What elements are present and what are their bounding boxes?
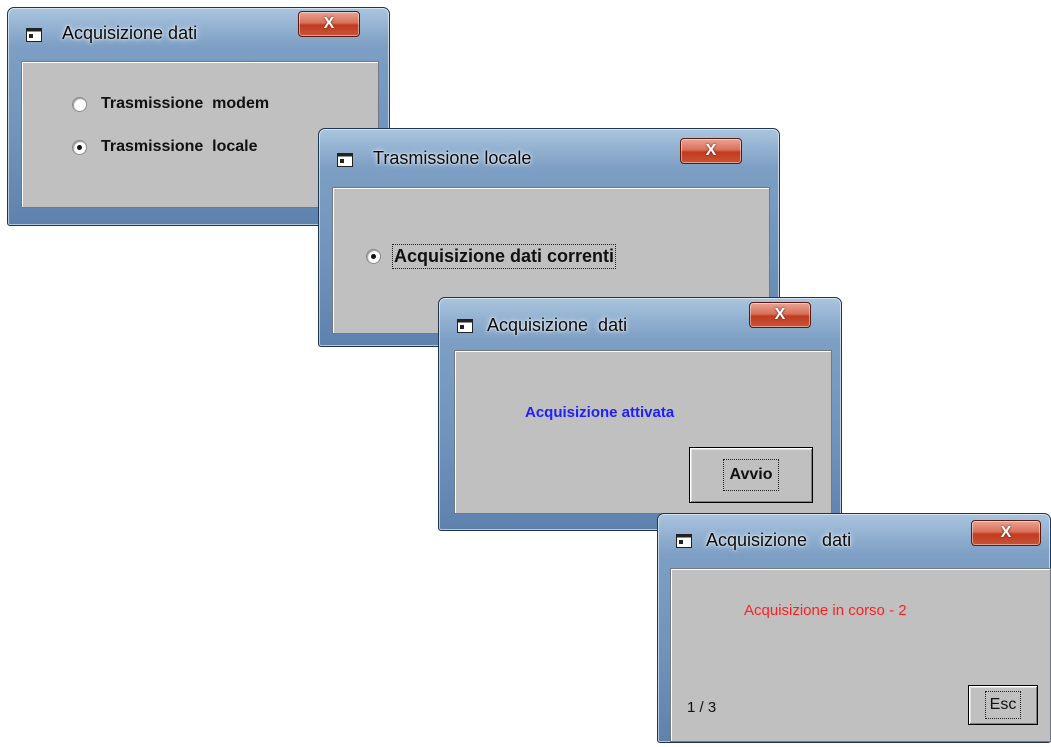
close-icon: X — [774, 306, 786, 323]
titlebar[interactable]: Acquisizione dati X — [439, 298, 841, 350]
avvio-button[interactable]: Avvio — [689, 447, 813, 503]
radio-trasmissione-modem[interactable]: Trasmissione modem — [72, 95, 269, 113]
client-area: Acquisizione attivata Avvio — [454, 350, 832, 514]
avvio-label: Avvio — [722, 459, 780, 491]
window-acquisizione-dati-3: Acquisizione dati X Acquisizione in cors… — [657, 513, 1051, 743]
client-area: Acquisizione in corso - 2 1 / 3 Esc — [670, 568, 1051, 742]
close-button[interactable]: X — [749, 302, 811, 328]
window-title: Acquisizione dati — [62, 23, 198, 43]
window-title: Trasmissione locale — [373, 148, 532, 168]
radio-label: Trasmissione locale — [101, 138, 258, 155]
close-icon: X — [323, 15, 335, 32]
radio-label: Trasmissione modem — [101, 95, 270, 112]
esc-label: Esc — [984, 691, 1022, 719]
radio-button[interactable] — [366, 249, 381, 264]
close-button[interactable]: X — [971, 520, 1041, 546]
close-button[interactable]: X — [680, 138, 742, 164]
radio-acquisizione-dati-correnti[interactable]: Acquisizione dati correnti — [366, 244, 617, 269]
window-icon — [457, 319, 473, 333]
window-icon — [26, 28, 42, 42]
radio-button[interactable] — [72, 96, 87, 112]
counter-text: 1 / 3 — [687, 699, 717, 716]
window-acquisizione-dati-2: Acquisizione dati X Acquisizione attivat… — [438, 297, 842, 531]
esc-button[interactable]: Esc — [968, 685, 1038, 725]
radio-label: Acquisizione dati correnti — [391, 244, 617, 269]
window-title: Acquisizione dati — [487, 315, 628, 335]
titlebar[interactable]: Acquisizione dati X — [8, 8, 389, 60]
titlebar[interactable]: Acquisizione dati X — [658, 514, 1050, 566]
titlebar[interactable]: Trasmissione locale X — [319, 129, 779, 181]
radio-button[interactable] — [72, 139, 87, 155]
window-icon — [337, 153, 353, 167]
status-text: Acquisizione attivata — [525, 404, 675, 421]
radio-trasmissione-locale[interactable]: Trasmissione locale — [72, 138, 258, 156]
close-icon: X — [705, 142, 717, 159]
window-title: Acquisizione dati — [706, 530, 852, 550]
close-button[interactable]: X — [298, 11, 360, 37]
close-icon: X — [1000, 524, 1012, 541]
progress-text: Acquisizione in corso - 2 — [744, 602, 907, 619]
window-icon — [676, 534, 692, 548]
